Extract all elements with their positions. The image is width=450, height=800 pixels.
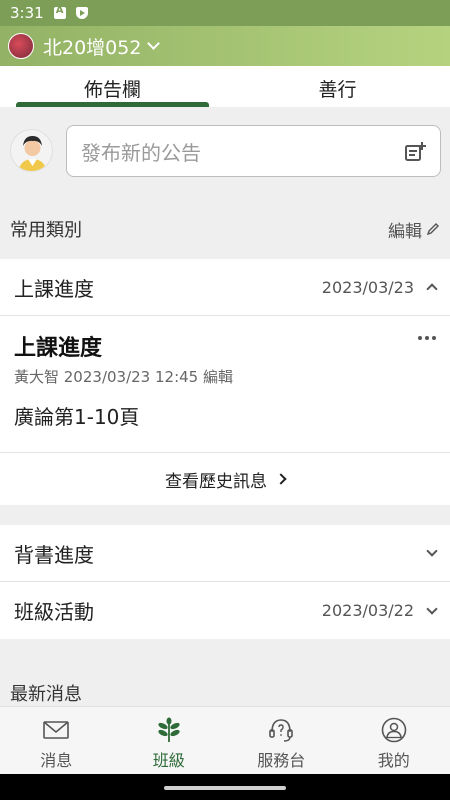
profile-icon [381,717,407,743]
categories-title: 常用類別 [10,220,82,241]
edit-categories-button[interactable]: 編輯 [388,217,440,242]
category-name: 背書進度 [14,542,94,567]
tab-bar: 佈告欄 善行 [0,66,450,107]
avatar[interactable] [10,129,53,172]
chevron-down-icon[interactable] [426,602,438,615]
nav-profile[interactable]: 我的 [338,707,450,774]
tab-label: 善行 [318,79,357,101]
nav-label: 我的 [377,751,410,770]
tab-good-deeds[interactable]: 善行 [225,66,450,107]
category-card-recitation: 背書進度 班級活動 2023/03/22 [0,525,450,639]
post-composer: 發布新的公告 [0,107,450,199]
chevron-up-icon[interactable] [426,283,438,295]
group-avatar[interactable] [8,33,34,59]
category-row[interactable]: 上課進度 2023/03/23 [0,259,450,316]
category-date: 2023/03/23 [321,277,414,297]
category-card-progress: 上課進度 2023/03/23 上課進度 黃大智 2023/03/23 12:4… [0,259,450,505]
tab-bulletin-board[interactable]: 佈告欄 [0,66,225,107]
nav-class[interactable]: 班級 [113,707,226,774]
nav-label: 班級 [152,751,185,770]
more-options-icon[interactable] [418,336,436,340]
notification-a-icon [53,5,66,19]
status-time: 3:31 [10,4,44,22]
category-name: 上課進度 [14,276,94,301]
post-title: 上課進度 [14,336,103,361]
categories-header: 常用類別 編輯 [0,199,450,259]
sprout-icon [158,717,180,742]
add-note-icon[interactable] [404,141,426,167]
post-item: 上課進度 黃大智 2023/03/23 12:45 編輯 廣論第1-10頁 [0,316,450,453]
headset-icon [269,719,294,742]
view-history-label: 查看歷史訊息 [165,471,267,492]
chevron-down-icon[interactable] [426,545,438,557]
post-meta: 黃大智 2023/03/23 12:45 編輯 [14,368,233,386]
system-nav-bar [0,774,450,800]
nav-label: 消息 [40,751,73,770]
app-bar: 北20增052 [0,26,450,66]
post-body: 廣論第1-10頁 [14,405,140,429]
mail-icon [43,721,70,739]
new-post-placeholder: 發布新的公告 [81,140,201,165]
category-row[interactable]: 班級活動 2023/03/22 [0,582,450,639]
status-bar: 3:31 [0,0,450,26]
chevron-down-icon[interactable] [147,37,161,50]
nav-service-desk[interactable]: 服務台 [225,707,338,774]
latest-news-title: 最新消息 [10,684,82,705]
category-name: 班級活動 [14,600,94,624]
edit-label: 編輯 [388,221,422,242]
nav-label: 服務台 [257,751,306,770]
group-title[interactable]: 北20增052 [43,33,141,60]
view-history-button[interactable]: 查看歷史訊息 [0,453,450,505]
tab-label: 佈告欄 [83,79,141,101]
category-row[interactable]: 背書進度 [0,525,450,582]
notification-play-icon [75,7,88,19]
bottom-nav: 消息 班級 服務台 我的 [0,706,450,774]
chevron-right-icon [275,473,287,485]
nav-messages[interactable]: 消息 [0,707,113,774]
new-post-input[interactable]: 發布新的公告 [66,125,441,177]
home-gesture-bar[interactable] [164,786,286,790]
pencil-icon [426,223,439,236]
category-date: 2023/03/22 [321,601,414,620]
